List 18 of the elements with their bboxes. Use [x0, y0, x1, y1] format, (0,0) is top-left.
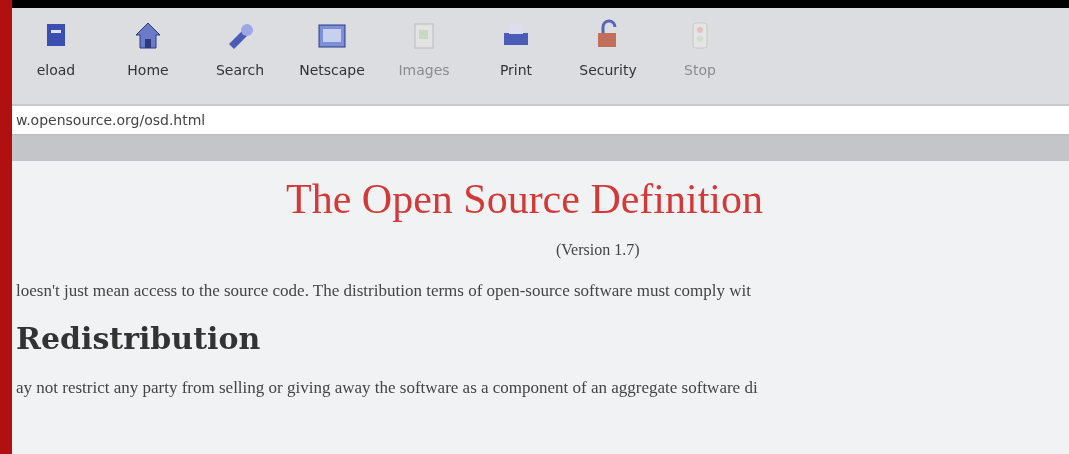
section-heading: Redistribution — [16, 321, 262, 356]
intro-paragraph: loesn't just mean access to the source code. The distribution terms of open-source software must comply wit — [16, 281, 752, 301]
version-text: (Version 1.7) — [556, 241, 641, 259]
padlock-icon — [598, 19, 617, 47]
printer-icon — [504, 24, 528, 45]
toolbar-button[interactable]: Security — [564, 14, 652, 104]
toolbar-button[interactable]: Home — [104, 14, 192, 104]
monitor-icon — [318, 24, 346, 48]
toolbar-button[interactable]: Search — [196, 14, 284, 104]
toolbar-button[interactable]: Print — [472, 14, 560, 104]
house-icon — [135, 22, 161, 49]
flashlight-icon — [229, 24, 253, 49]
picture-icon — [414, 23, 434, 49]
toolbar-button[interactable]: Netscape — [288, 14, 376, 104]
page-title: The Open Source Definition — [286, 175, 765, 223]
body-paragraph: ay not restrict any party from selling or giving away the software as a component of an aggregate software di — [16, 378, 759, 398]
toolbar-button[interactable]: eload — [12, 14, 100, 104]
address-field[interactable]: w.opensource.org/osd.html — [12, 104, 1069, 135]
